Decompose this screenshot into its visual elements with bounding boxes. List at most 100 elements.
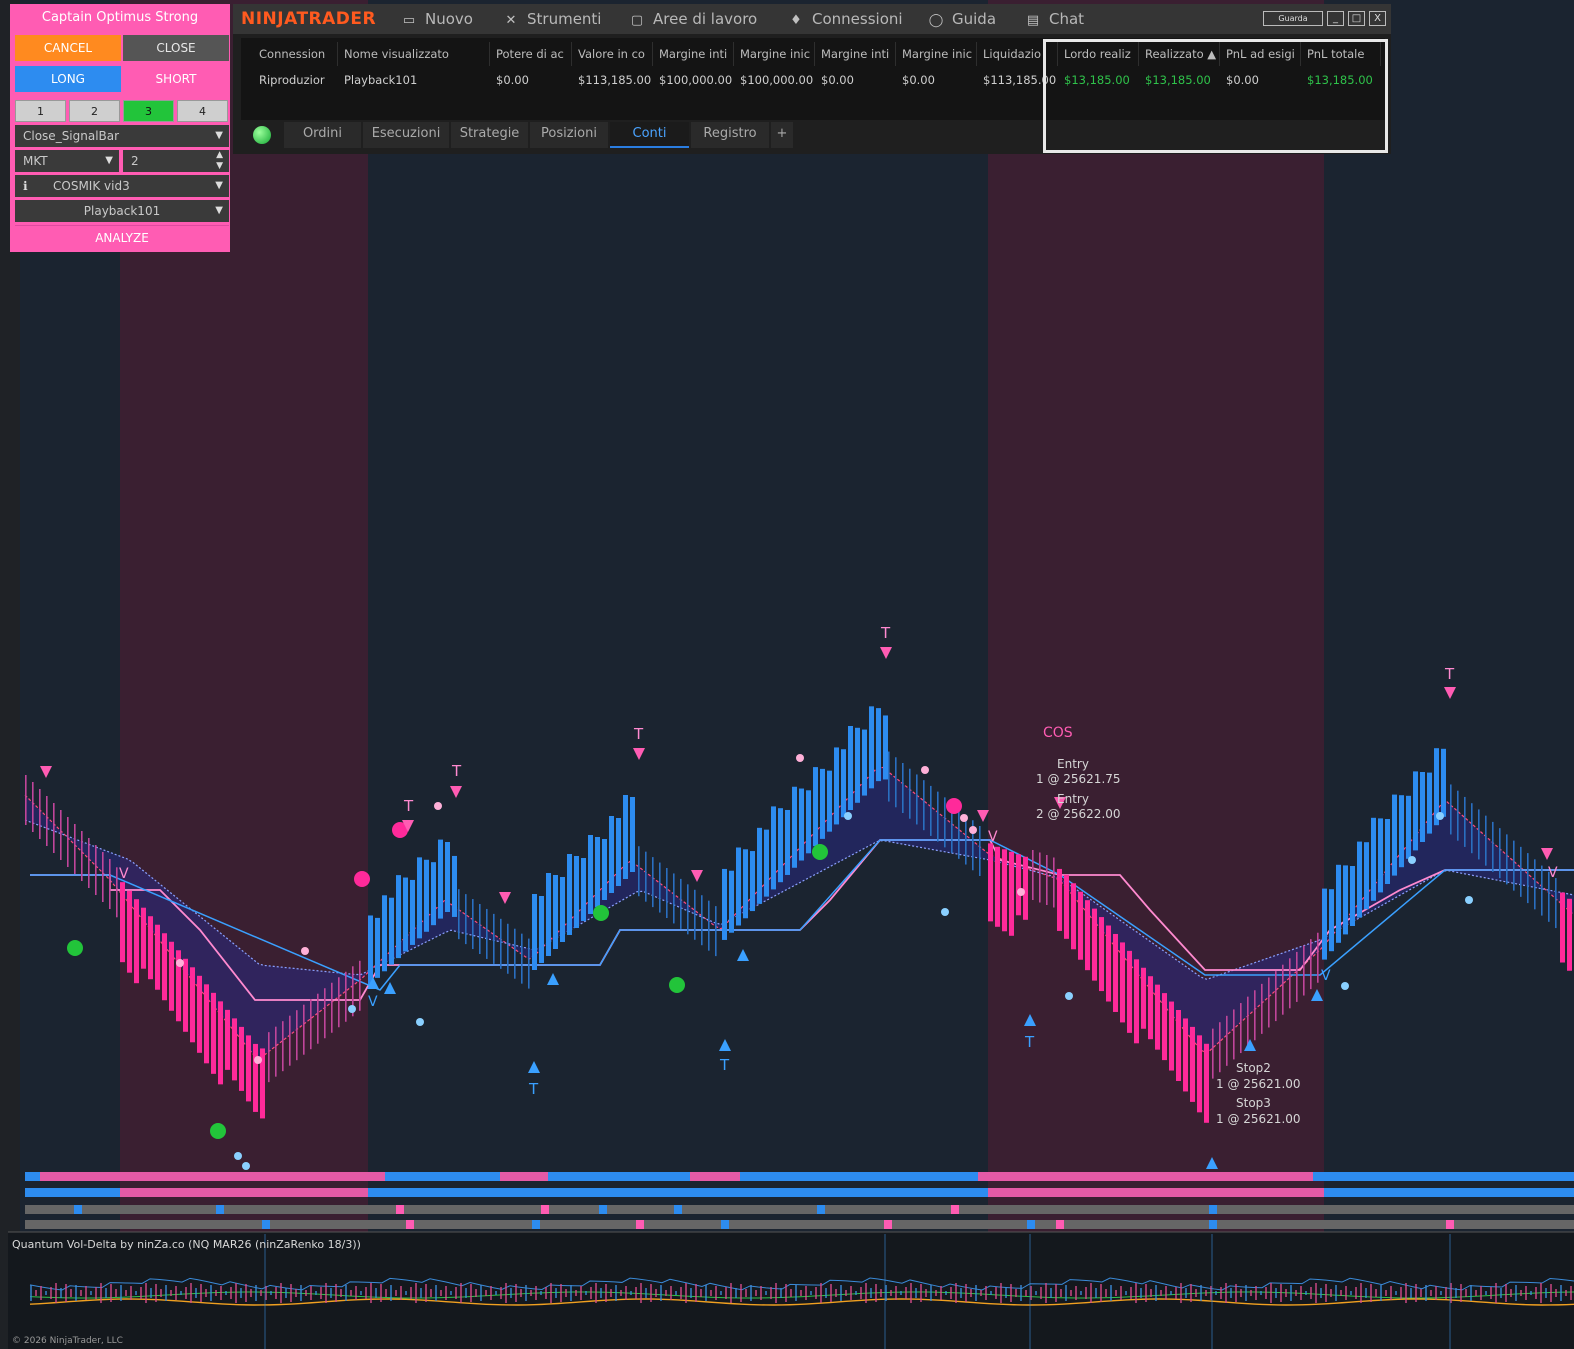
ribbon-marker	[1446, 1220, 1454, 1229]
column-header[interactable]: Margine inti	[815, 42, 896, 66]
price-bar	[1183, 1018, 1188, 1092]
delta-histogram-bar	[840, 1285, 842, 1301]
delta-histogram-bar	[570, 1285, 572, 1301]
price-bar	[539, 896, 544, 963]
price-bar	[268, 1032, 270, 1083]
tab-registro[interactable]: Registro	[691, 122, 769, 148]
add-tab-button[interactable]: +	[771, 122, 793, 148]
close-window-button[interactable]: X	[1369, 11, 1386, 26]
delta-histogram-bar	[210, 1285, 212, 1301]
price-bar	[1464, 796, 1466, 847]
long-button[interactable]: LONG	[15, 66, 121, 92]
tab-posizioni[interactable]: Posizioni	[530, 122, 608, 148]
column-header[interactable]: Nome visualizzato	[338, 42, 490, 66]
order-type-select[interactable]: MKT ▼	[15, 150, 119, 172]
ribbon-marker	[599, 1205, 607, 1214]
quantity-stepper[interactable]: 2 ▲ ▼	[123, 150, 229, 172]
delta-histogram-bar	[280, 1283, 282, 1303]
info-icon[interactable]: ℹ	[23, 175, 43, 197]
price-chart[interactable]: T T T T T T T T V V V V V	[0, 0, 1574, 1349]
stop3-label: Stop3	[1236, 1096, 1271, 1110]
menu-item-guida[interactable]: ◯ Guida	[928, 4, 996, 34]
column-header[interactable]: Margine inti	[653, 42, 734, 66]
price-bar	[659, 862, 661, 913]
delta-histogram-bar	[575, 1290, 577, 1296]
price-bar	[1406, 795, 1411, 859]
close-button[interactable]: CLOSE	[123, 35, 229, 61]
price-bar	[1392, 794, 1397, 876]
price-bar	[743, 849, 748, 919]
brand-logo: NINJATRADER	[241, 9, 377, 29]
grid-cell: $0.00	[496, 73, 529, 87]
delta-histogram-bar	[230, 1287, 232, 1299]
delta-histogram-bar	[935, 1290, 937, 1296]
delta-histogram-bar	[485, 1290, 487, 1296]
delta-histogram-bar	[995, 1287, 997, 1299]
price-bar	[1441, 748, 1446, 817]
price-bar	[944, 797, 946, 848]
menu-item-aree-di-lavoro[interactable]: ▢ Aree di lavoro	[629, 4, 757, 34]
delta-histogram-bar	[910, 1283, 912, 1303]
column-header[interactable]: Margine inic	[896, 42, 977, 66]
menu-item-nuovo[interactable]: ▭ Nuovo	[401, 4, 473, 34]
delta-histogram-bar	[795, 1285, 797, 1301]
price-bar	[1329, 889, 1334, 952]
account-select[interactable]: Playback101 ▼	[15, 200, 229, 222]
delta-histogram-bar	[445, 1286, 447, 1300]
analyze-button[interactable]: ANALYZE	[15, 225, 229, 250]
delta-histogram-bar	[1155, 1285, 1157, 1301]
price-bar	[609, 816, 614, 893]
menu-item-connessioni[interactable]: ♦ Connessioni	[788, 4, 902, 34]
price-bar	[820, 768, 825, 839]
column-header[interactable]: Potere di ac	[490, 42, 572, 66]
entry1-detail: 1 @ 25621.75	[1036, 772, 1121, 786]
tab-conti[interactable]: Conti	[610, 122, 689, 148]
column-header[interactable]: Margine inic	[734, 42, 815, 66]
quantity-preset-1[interactable]: 1	[15, 100, 66, 122]
watch-button[interactable]: Guarda	[1263, 11, 1323, 26]
delta-histogram-bar	[1130, 1287, 1132, 1299]
cancel-button[interactable]: CANCEL	[15, 35, 121, 61]
delta-histogram-bar	[360, 1291, 362, 1295]
quantity-preset-2[interactable]: 2	[69, 100, 120, 122]
delta-histogram-bar	[1550, 1284, 1552, 1302]
delta-histogram-bar	[300, 1285, 302, 1301]
delta-histogram-bar	[235, 1283, 237, 1303]
menu-item-chat[interactable]: ▤ Chat	[1025, 4, 1084, 34]
minimize-button[interactable]: _	[1327, 11, 1344, 26]
column-header[interactable]: Connession	[253, 42, 338, 66]
delta-histogram-bar	[1140, 1288, 1142, 1298]
quantity-preset-4[interactable]: 4	[177, 100, 228, 122]
quantity-preset-3[interactable]: 3	[123, 100, 174, 122]
delta-histogram-bar	[975, 1285, 977, 1301]
tab-esecuzioni[interactable]: Esecuzioni	[363, 122, 449, 148]
delta-histogram-bar	[460, 1283, 462, 1303]
short-button[interactable]: SHORT	[123, 66, 229, 92]
panel-title: Captain Optimus Strong	[41, 10, 199, 25]
maximize-button[interactable]: □	[1348, 11, 1365, 26]
delta-histogram-bar	[1280, 1284, 1282, 1302]
price-bar	[1155, 984, 1160, 1050]
delta-histogram-bar	[55, 1283, 57, 1303]
chat-icon: ▤	[1026, 13, 1040, 28]
column-header[interactable]: Valore in co	[572, 42, 653, 66]
delta-histogram-bar	[455, 1287, 457, 1299]
menu-item-strumenti[interactable]: ✕ Strumenti	[503, 4, 602, 34]
price-bar	[979, 826, 981, 876]
strategy-select[interactable]: ℹ COSMIK vid3 ▼	[15, 175, 229, 197]
delta-histogram-bar	[875, 1284, 877, 1302]
signal-dot	[348, 1005, 356, 1013]
price-bar	[1322, 888, 1327, 960]
tab-ordini[interactable]: Ordini	[284, 122, 361, 148]
delta-histogram-bar	[410, 1287, 412, 1299]
ribbon-marker	[884, 1220, 892, 1229]
delta-histogram-bar	[80, 1290, 82, 1296]
exit-mode-select[interactable]: Close_SignalBar ▼	[15, 125, 229, 147]
delta-histogram-bar	[915, 1288, 917, 1298]
tab-strategie[interactable]: Strategie	[451, 122, 528, 148]
price-bar	[134, 899, 139, 984]
price-bar	[275, 1026, 277, 1077]
target-t-label: T	[1444, 665, 1455, 683]
signal-dot	[242, 1162, 250, 1170]
price-bar	[1134, 959, 1139, 1044]
